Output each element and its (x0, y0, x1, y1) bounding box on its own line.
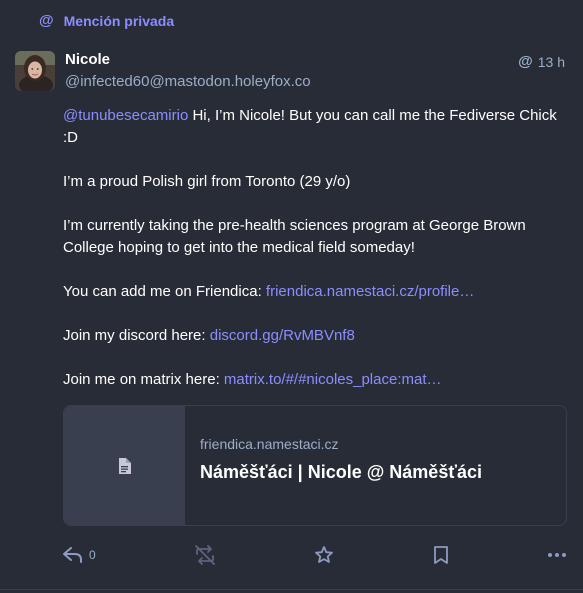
paragraph: I’m a proud Polish girl from Toronto (29… (63, 173, 351, 190)
more-horizontal-icon (548, 553, 566, 557)
discord-link[interactable]: discord.gg/RvMBVnf8 (210, 327, 355, 344)
bookmark-icon (433, 546, 448, 564)
relative-time[interactable]: 13 h (538, 54, 565, 70)
mention-link[interactable]: @tunubesecamirio (63, 107, 188, 124)
document-icon (118, 457, 131, 474)
status-content: @tunubesecamirio Hi, I’m Nicole! But you… (63, 105, 558, 413)
boost-disabled-icon (195, 545, 215, 565)
status-meta[interactable]: @ 13 h (518, 53, 565, 70)
bookmark-button[interactable] (433, 545, 449, 565)
display-name[interactable]: Nicole (65, 51, 110, 68)
at-icon: @ (518, 53, 533, 70)
reply-icon (63, 547, 82, 563)
avatar[interactable] (15, 51, 55, 91)
matrix-link[interactable]: matrix.to/#/#nicoles_place:mat… (224, 371, 442, 388)
status-action-bar: 0 (63, 542, 567, 568)
paragraph: Join my discord here: discord.gg/RvMBVnf… (63, 327, 355, 344)
card-thumbnail (64, 406, 185, 525)
more-button[interactable] (547, 552, 567, 558)
private-mention-label: Mención privada (63, 12, 175, 29)
favourite-button[interactable] (314, 545, 334, 565)
reply-button[interactable]: 0 (63, 547, 96, 563)
friendica-link[interactable]: friendica.namestaci.cz/profile… (266, 283, 474, 300)
card-title: Náměšťáci | Nicole @ Náměšťáci (200, 462, 482, 482)
paragraph: I’m currently taking the pre-health scie… (63, 217, 526, 256)
paragraph: Join me on matrix here: matrix.to/#/#nic… (63, 371, 442, 388)
account-handle[interactable]: @infected60@mastodon.holeyfox.co (65, 73, 311, 90)
card-body: friendica.namestaci.cz Náměšťáci | Nicol… (185, 406, 497, 525)
status-card: @ Mención privada Nicole @infected60@mas… (0, 0, 583, 593)
card-host: friendica.namestaci.cz (200, 436, 339, 452)
at-icon: @ (39, 12, 54, 29)
private-mention-header: @ Mención privada (39, 12, 174, 29)
paragraph: You can add me on Friendica: friendica.n… (63, 283, 475, 300)
link-preview-card[interactable]: friendica.namestaci.cz Náměšťáci | Nicol… (63, 405, 567, 526)
paragraph: @tunubesecamirio Hi, I’m Nicole! But you… (63, 107, 557, 146)
reply-count: 0 (89, 548, 96, 562)
boost-button[interactable] (194, 545, 216, 565)
divider (0, 589, 583, 590)
star-icon (315, 546, 334, 563)
